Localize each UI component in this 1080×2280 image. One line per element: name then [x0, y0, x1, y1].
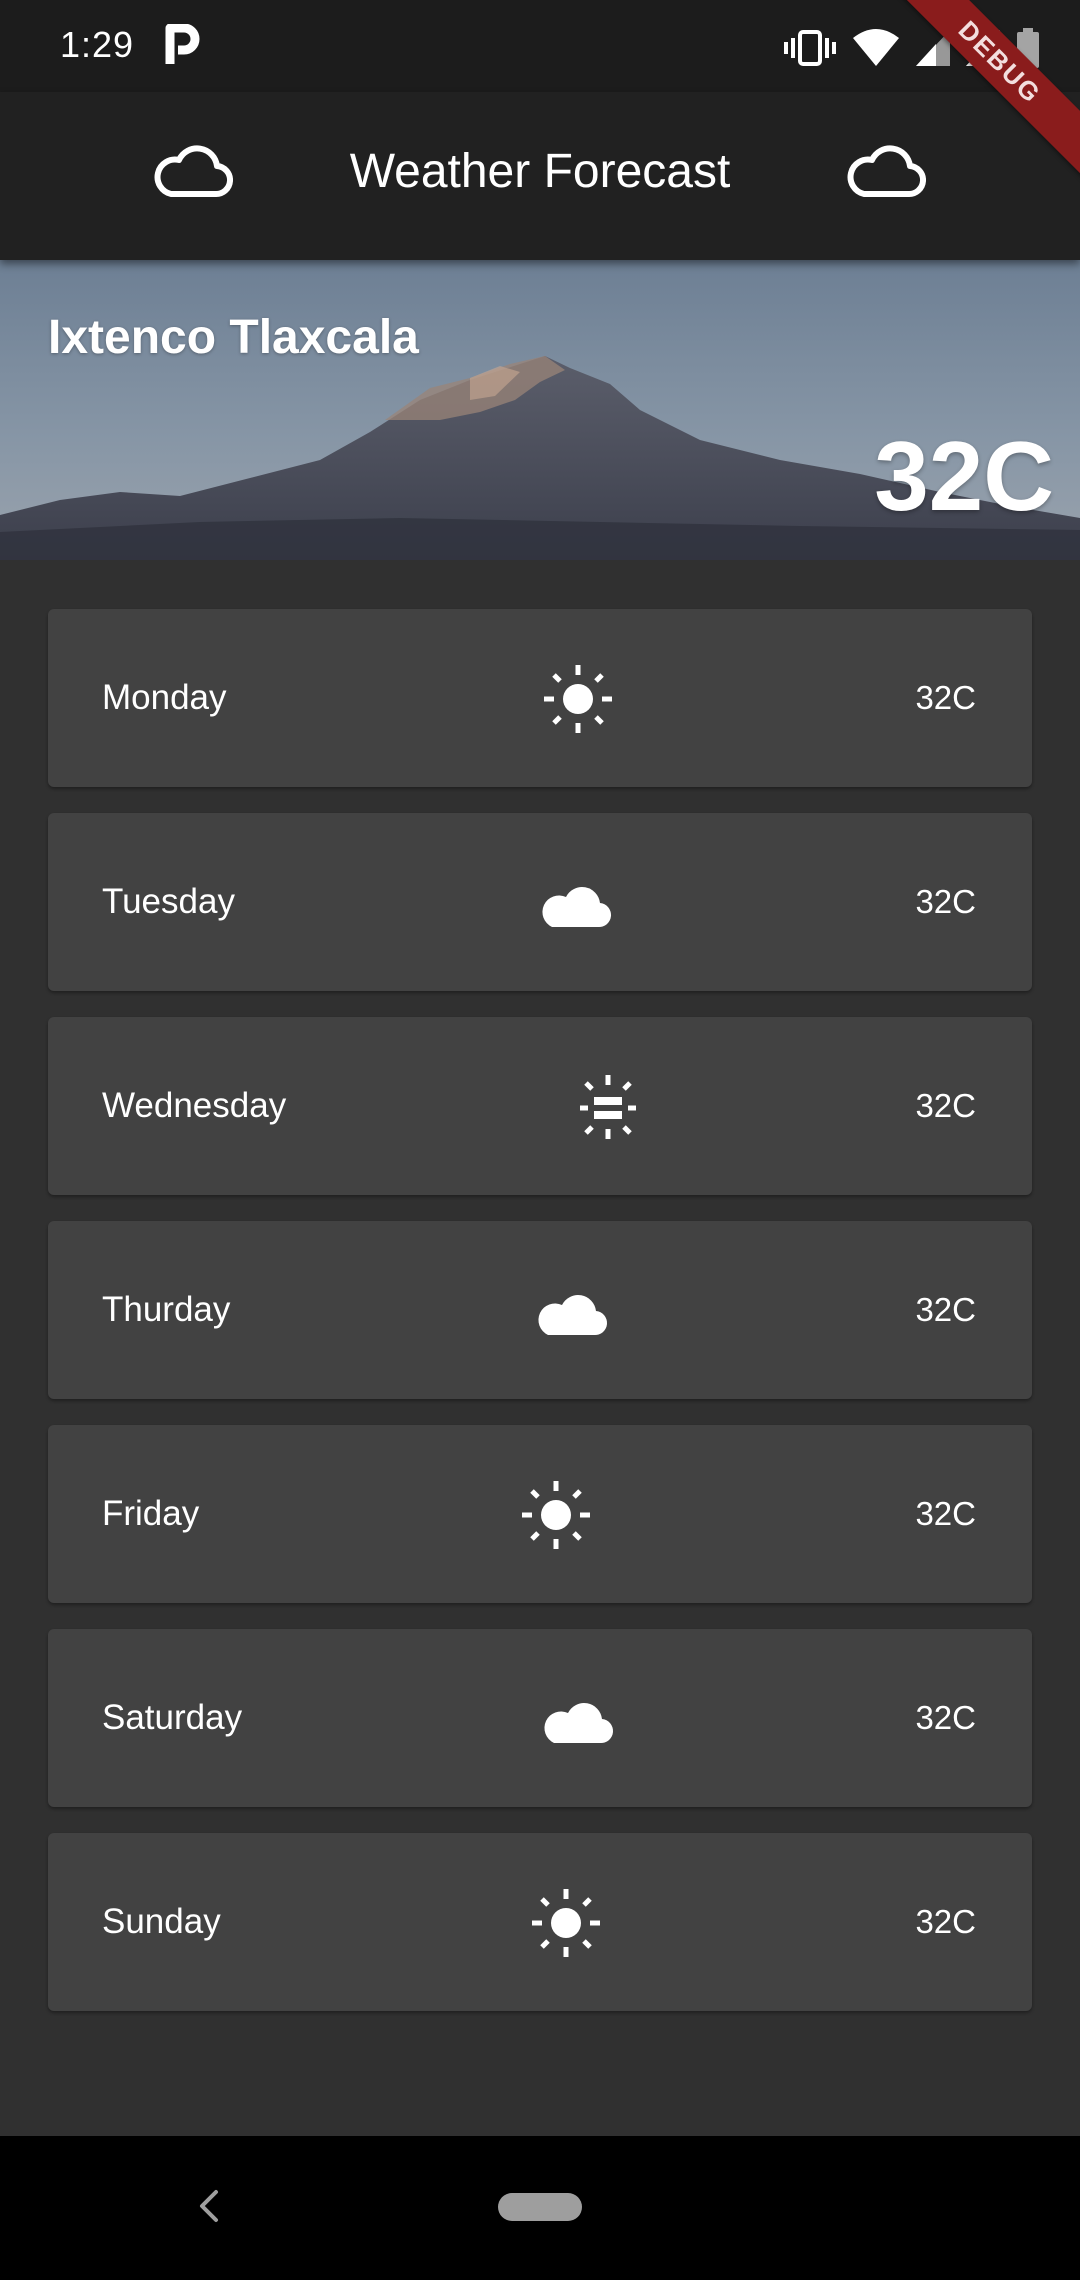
status-time: 1:29	[60, 24, 135, 65]
day-name: Thurday	[102, 1290, 231, 1329]
day-name: Monday	[102, 678, 227, 717]
day-temperature: 32C	[915, 1903, 976, 1940]
cloud-icon	[538, 1295, 608, 1336]
status-bar: 1:29	[0, 0, 1080, 92]
sun-icon	[522, 1481, 590, 1549]
forecast-day-sunday[interactable]: Sunday 32C	[48, 1833, 1032, 2011]
forecast-day-thursday[interactable]: Thurday 32C	[48, 1221, 1032, 1399]
day-temperature: 32C	[915, 1291, 976, 1328]
parking-notification-icon	[165, 24, 200, 64]
day-temperature: 32C	[915, 679, 976, 716]
forecast-list: Monday 32C Tuesday 32C Wednesday 32C Thu…	[48, 609, 1032, 2037]
day-name: Friday	[102, 1494, 200, 1533]
day-name: Wednesday	[102, 1086, 287, 1125]
forecast-day-tuesday[interactable]: Tuesday 32C	[48, 813, 1032, 991]
day-name: Tuesday	[102, 882, 235, 921]
cloud-icon	[544, 1703, 614, 1744]
back-icon[interactable]	[190, 2186, 226, 2226]
current-temperature: 32C	[874, 421, 1054, 531]
day-temperature: 32C	[915, 1087, 976, 1124]
forecast-day-monday[interactable]: Monday 32C	[48, 609, 1032, 787]
forecast-day-wednesday[interactable]: Wednesday 32C	[48, 1017, 1032, 1195]
hero-banner: Ixtenco Tlaxcala 32C	[0, 260, 1080, 560]
city-name: Ixtenco Tlaxcala	[48, 311, 419, 364]
day-temperature: 32C	[915, 1699, 976, 1736]
forecast-day-friday[interactable]: Friday 32C	[48, 1425, 1032, 1603]
vibrate-icon	[784, 30, 836, 66]
day-name: Saturday	[102, 1698, 243, 1737]
cloud-outline-icon	[847, 145, 926, 198]
partly-sun-icon	[580, 1075, 636, 1139]
app-bar: Weather Forecast	[0, 92, 1080, 260]
sun-icon	[532, 1889, 600, 1957]
forecast-day-saturday[interactable]: Saturday 32C	[48, 1629, 1032, 1807]
day-temperature: 32C	[915, 883, 976, 920]
wifi-icon	[853, 29, 899, 66]
day-temperature: 32C	[915, 1495, 976, 1532]
day-name: Sunday	[102, 1902, 221, 1941]
cloud-icon	[542, 887, 612, 928]
sun-icon	[544, 665, 612, 733]
home-pill-button[interactable]	[498, 2193, 582, 2221]
